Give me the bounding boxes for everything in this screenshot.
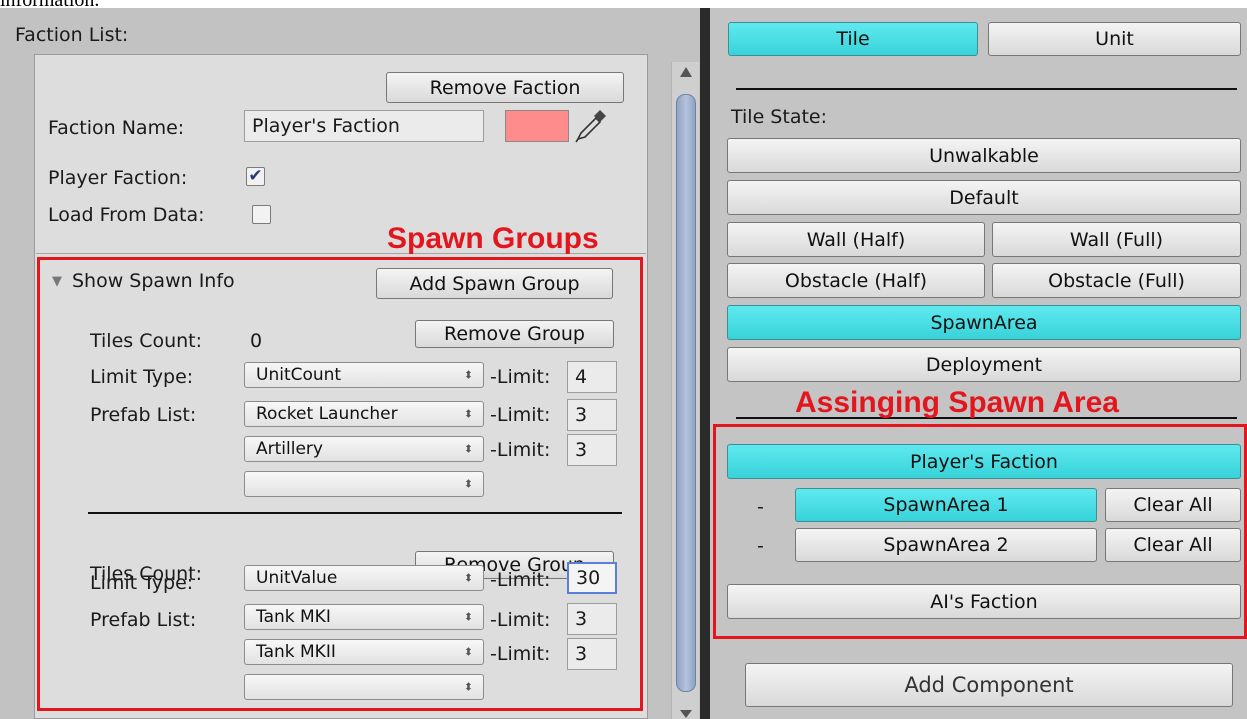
section-separator [736, 88, 1237, 90]
obstacle-half-button[interactable]: Obstacle (Half) [727, 263, 985, 298]
player-faction-label: Player Faction: [48, 167, 188, 189]
clear-all-button[interactable]: Clear All [1105, 528, 1241, 562]
spawn-area-1-button[interactable]: SpawnArea 1 [795, 488, 1097, 522]
dropdown-arrow-icon: ⬍ [463, 407, 473, 421]
limit-label: -Limit: [490, 366, 551, 388]
prefab-dropdown[interactable]: Artillery ⬍ [244, 436, 484, 462]
show-spawn-info-foldout[interactable]: Show Spawn Info [72, 270, 235, 292]
limit-type-label: Limit Type: [90, 572, 194, 594]
panel-divider [700, 8, 710, 719]
clear-all-button[interactable]: Clear All [1105, 488, 1241, 522]
limit-label: -Limit: [490, 569, 551, 591]
deployment-button[interactable]: Deployment [727, 347, 1241, 382]
limit-input-focused[interactable]: 30 [567, 562, 617, 594]
prefab-dropdown-empty[interactable]: ⬍ [244, 471, 484, 497]
players-faction-button[interactable]: Player's Faction [727, 444, 1241, 479]
faction-list-label: Faction List: [15, 24, 129, 46]
dropdown-arrow-icon: ⬍ [463, 610, 473, 624]
load-from-data-checkbox[interactable] [252, 205, 271, 224]
assigning-spawn-area-annotation: Assinging Spawn Area [795, 386, 1119, 419]
dash-label: - [757, 496, 764, 518]
tiles-count-value: 0 [250, 330, 263, 352]
limit-label: -Limit: [490, 404, 551, 426]
limit-type-label: Limit Type: [90, 366, 194, 388]
dropdown-arrow-icon: ⬍ [463, 571, 473, 585]
dropdown-arrow-icon: ⬍ [463, 645, 473, 659]
spawn-area-button[interactable]: SpawnArea [727, 305, 1241, 340]
add-spawn-group-button[interactable]: Add Spawn Group [376, 268, 613, 299]
limit-label: -Limit: [490, 439, 551, 461]
eyedropper-icon[interactable] [572, 108, 608, 144]
wall-half-button[interactable]: Wall (Half) [727, 222, 985, 257]
load-from-data-label: Load From Data: [48, 204, 205, 226]
tile-state-label: Tile State: [731, 106, 828, 128]
prefab-limit-input[interactable]: 3 [567, 603, 617, 635]
group-separator [88, 512, 622, 514]
prefab-list-label: Prefab List: [90, 404, 197, 426]
dropdown-arrow-icon: ⬍ [463, 368, 473, 382]
limit-type-dropdown[interactable]: UnitCount ⬍ [244, 362, 484, 388]
limit-label: -Limit: [490, 643, 551, 665]
faction-name-label: Faction Name: [48, 117, 185, 139]
add-component-button[interactable]: Add Component [745, 663, 1233, 707]
wall-full-button[interactable]: Wall (Full) [992, 222, 1241, 257]
prefab-dropdown-empty[interactable]: ⬍ [244, 674, 484, 700]
tab-unit[interactable]: Unit [988, 22, 1241, 56]
tab-tile[interactable]: Tile [728, 22, 978, 56]
scroll-down-arrow-icon[interactable] [679, 709, 693, 719]
unwalkable-button[interactable]: Unwalkable [727, 138, 1241, 173]
remove-group-button[interactable]: Remove Group [415, 320, 614, 348]
obstacle-full-button[interactable]: Obstacle (Full) [992, 263, 1241, 298]
foldout-arrow-icon[interactable]: ▼ [52, 274, 62, 289]
faction-name-input[interactable]: Player's Faction [244, 110, 484, 142]
scroll-up-arrow-icon[interactable] [679, 66, 693, 78]
ai-faction-button[interactable]: AI's Faction [727, 584, 1241, 619]
dropdown-arrow-icon: ⬍ [463, 680, 473, 694]
prefab-dropdown[interactable]: Tank MKI ⬍ [244, 604, 484, 630]
remove-faction-button[interactable]: Remove Faction [386, 72, 624, 103]
scrollbar-thumb[interactable] [676, 94, 696, 692]
prefab-list-label: Prefab List: [90, 609, 197, 631]
prefab-dropdown[interactable]: Tank MKII ⬍ [244, 639, 484, 665]
prefab-limit-input[interactable]: 3 [567, 399, 617, 431]
limit-input[interactable]: 4 [567, 361, 617, 393]
tiles-count-label: Tiles Count: [90, 330, 203, 352]
prefab-limit-input[interactable]: 3 [567, 434, 617, 466]
dropdown-arrow-icon: ⬍ [463, 442, 473, 456]
prefab-dropdown[interactable]: Rocket Launcher ⬍ [244, 401, 484, 427]
limit-label: -Limit: [490, 609, 551, 631]
spawn-area-2-button[interactable]: SpawnArea 2 [795, 528, 1097, 562]
player-faction-checkbox[interactable]: ✔ [246, 167, 265, 186]
faction-color-swatch[interactable] [505, 110, 569, 142]
checkmark-icon: ✔ [248, 166, 263, 186]
limit-type-dropdown[interactable]: UnitValue ⬍ [244, 565, 484, 591]
dash-label: - [757, 535, 764, 557]
prefab-limit-input[interactable]: 3 [567, 638, 617, 670]
dropdown-arrow-icon: ⬍ [463, 477, 473, 491]
default-button[interactable]: Default [727, 180, 1241, 215]
spawn-groups-annotation: Spawn Groups [387, 222, 599, 255]
